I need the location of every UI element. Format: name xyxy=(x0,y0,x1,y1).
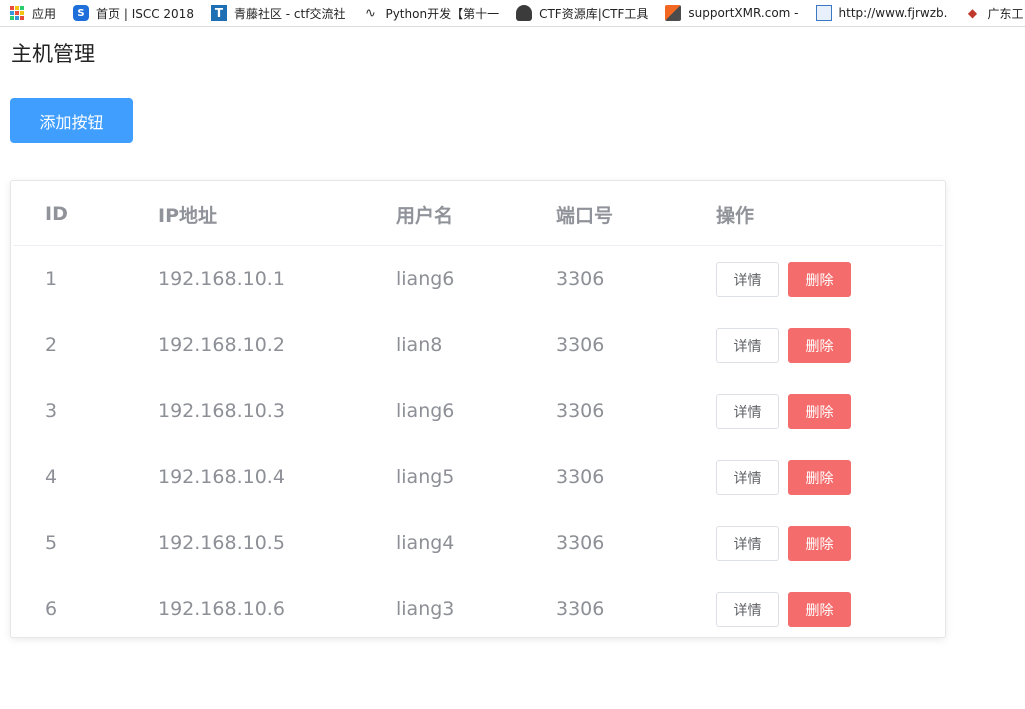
cell-username: liang4 xyxy=(396,532,455,554)
guangdong-icon: ◆ xyxy=(967,6,978,20)
bookmark-label: CTF资源库|CTF工具 xyxy=(539,6,649,21)
cell-ip: 192.168.10.3 xyxy=(158,400,285,422)
python-icon: ∿ xyxy=(365,5,376,21)
table-row: 4 192.168.10.4 liang5 3306 详情 删除 xyxy=(13,444,943,510)
table-row: 5 192.168.10.5 liang4 3306 详情 删除 xyxy=(13,510,943,576)
cell-port: 3306 xyxy=(556,400,605,422)
cell-port: 3306 xyxy=(556,334,605,356)
detail-button[interactable]: 详情 xyxy=(716,526,779,561)
add-button[interactable]: 添加按钮 xyxy=(10,98,133,143)
table-header-row: ID IP地址 用户名 端口号 操作 xyxy=(13,183,943,246)
bookmark-iscc[interactable]: S 首页 | ISCC 2018 xyxy=(73,5,194,22)
column-header-port: 端口号 xyxy=(556,183,716,246)
bookmark-python[interactable]: ∿ Python开发【第十一 xyxy=(362,5,499,22)
cell-actions: 详情 删除 xyxy=(716,246,943,313)
delete-button[interactable]: 删除 xyxy=(788,592,852,627)
table-row: 6 192.168.10.6 liang3 3306 详情 删除 xyxy=(13,576,943,642)
cell-id: 6 xyxy=(45,598,58,620)
cell-username: lian8 xyxy=(396,334,443,356)
bookmark-supportxmr[interactable]: supportXMR.com - xyxy=(665,5,799,21)
detail-button[interactable]: 详情 xyxy=(716,592,779,627)
delete-button[interactable]: 删除 xyxy=(788,328,852,363)
host-table-card: ID IP地址 用户名 端口号 操作 1 192.168.10.1 liang6… xyxy=(10,180,946,638)
cell-ip: 192.168.10.4 xyxy=(158,466,285,488)
bookmark-label: supportXMR.com - xyxy=(688,6,799,20)
xmr-icon xyxy=(665,5,682,21)
bookmark-ctf-resources[interactable]: CTF资源库|CTF工具 xyxy=(516,5,648,22)
detail-button[interactable]: 详情 xyxy=(716,262,779,297)
apps-grid-icon xyxy=(9,6,25,20)
table-row: 1 192.168.10.1 liang6 3306 详情 删除 xyxy=(13,246,943,313)
cell-username: liang3 xyxy=(396,598,455,620)
iscc-icon: S xyxy=(73,5,90,21)
bookmark-label: 广东工 xyxy=(987,6,1024,21)
column-header-username: 用户名 xyxy=(396,183,556,246)
bookmark-label: Python开发【第十一 xyxy=(385,6,500,21)
table-row: 3 192.168.10.3 liang6 3306 详情 删除 xyxy=(13,378,943,444)
bookmark-label: 应用 xyxy=(32,6,57,21)
delete-button[interactable]: 删除 xyxy=(788,262,852,297)
bookmark-apps[interactable]: 应用 xyxy=(9,5,56,22)
cell-username: liang6 xyxy=(396,268,455,290)
cell-port: 3306 xyxy=(556,598,605,620)
column-header-ip: IP地址 xyxy=(158,183,396,246)
delete-button[interactable]: 删除 xyxy=(788,394,852,429)
cell-actions: 详情 删除 xyxy=(716,312,943,378)
page-title: 主机管理 xyxy=(11,42,95,66)
cell-port: 3306 xyxy=(556,466,605,488)
cell-id: 5 xyxy=(45,532,58,554)
cell-actions: 详情 删除 xyxy=(716,444,943,510)
detail-button[interactable]: 详情 xyxy=(716,460,779,495)
ctf-hacker-icon xyxy=(516,5,533,21)
cell-port: 3306 xyxy=(556,268,605,290)
cell-id: 1 xyxy=(45,268,58,290)
column-header-id: ID xyxy=(13,183,158,246)
host-table: ID IP地址 用户名 端口号 操作 1 192.168.10.1 liang6… xyxy=(13,183,943,642)
delete-button[interactable]: 删除 xyxy=(788,526,852,561)
bookmark-label: 青藤社区 - ctf交流社 xyxy=(233,6,346,21)
cell-actions: 详情 删除 xyxy=(716,510,943,576)
bookmark-guangdong[interactable]: ◆ 广东工 xyxy=(964,5,1024,22)
bookmark-qingteng[interactable]: T 青藤社区 - ctf交流社 xyxy=(210,5,346,22)
bookmark-label: http://www.fjrwzb. xyxy=(838,6,948,20)
bookmark-fjrwzb[interactable]: http://www.fjrwzb. xyxy=(815,5,948,21)
cell-ip: 192.168.10.1 xyxy=(158,268,285,290)
cell-port: 3306 xyxy=(556,532,605,554)
fjrwzb-icon xyxy=(815,5,832,21)
cell-id: 2 xyxy=(45,334,58,356)
bookmarks-bar: 应用 S 首页 | ISCC 2018 T 青藤社区 - ctf交流社 ∿ Py… xyxy=(0,0,1025,27)
cell-id: 4 xyxy=(45,466,58,488)
detail-button[interactable]: 详情 xyxy=(716,328,779,363)
bookmark-label: 首页 | ISCC 2018 xyxy=(96,6,194,21)
detail-button[interactable]: 详情 xyxy=(716,394,779,429)
cell-username: liang6 xyxy=(396,400,455,422)
cell-ip: 192.168.10.5 xyxy=(158,532,285,554)
delete-button[interactable]: 删除 xyxy=(788,460,852,495)
cell-actions: 详情 删除 xyxy=(716,576,943,642)
cell-ip: 192.168.10.6 xyxy=(158,598,285,620)
table-row: 2 192.168.10.2 lian8 3306 详情 删除 xyxy=(13,312,943,378)
column-header-actions: 操作 xyxy=(716,183,943,246)
cell-id: 3 xyxy=(45,400,58,422)
cell-ip: 192.168.10.2 xyxy=(158,334,285,356)
cell-actions: 详情 删除 xyxy=(716,378,943,444)
cell-username: liang5 xyxy=(396,466,455,488)
qingteng-icon: T xyxy=(210,5,227,21)
